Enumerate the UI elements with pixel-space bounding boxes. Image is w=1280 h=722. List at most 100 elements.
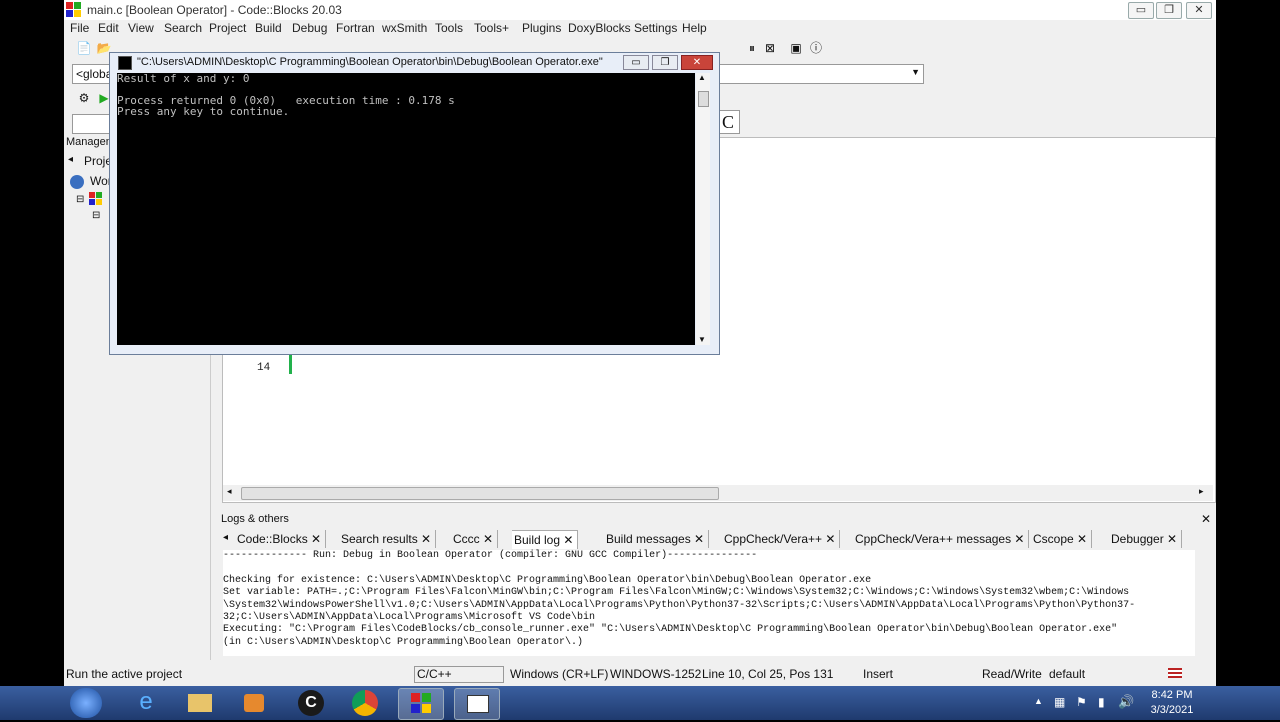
tab-label: Search results <box>341 532 418 546</box>
chrome-icon[interactable] <box>344 688 388 718</box>
vertical-scrollbar[interactable] <box>1197 550 1211 656</box>
info-icon[interactable]: ⓘ <box>808 40 824 56</box>
menu-doxyblocks[interactable]: DoxyBlocks <box>568 21 631 35</box>
tab-label: Debugger <box>1111 532 1164 546</box>
tab-label: Build log <box>514 533 561 547</box>
clock-time[interactable]: 8:42 PM <box>1150 689 1194 701</box>
scrollbar-thumb[interactable] <box>698 91 709 107</box>
network-icon[interactable]: ▮ <box>1098 695 1105 709</box>
tab-build-log[interactable]: Build log ✕ <box>512 530 579 549</box>
function-select[interactable]: ▼ <box>714 64 924 84</box>
console-title: "C:\Users\ADMIN\Desktop\C Programming\Bo… <box>137 56 603 68</box>
console-output: Result of x and y: 0 Process returned 0 … <box>117 73 695 345</box>
status-eol: Windows (CR+LF) <box>510 667 609 681</box>
console-minimize-button[interactable]: ▭ <box>623 55 649 70</box>
tray-app-icon[interactable]: ▦ <box>1054 695 1065 709</box>
tab-label: CppCheck/Vera++ <box>724 532 823 546</box>
volume-icon[interactable]: 🔊 <box>1118 694 1134 710</box>
console-taskbar-icon[interactable] <box>454 688 500 720</box>
logs-panel: Logs & others ✕ ◂ Code::Blocks ✕ Search … <box>219 510 1216 660</box>
console-scrollbar[interactable]: ▲ ▼ <box>696 73 710 345</box>
scroll-down-icon[interactable]: ▼ <box>698 335 706 344</box>
codeblocks-app-icon <box>66 2 82 18</box>
scroll-left-icon[interactable]: ◂ <box>227 486 232 497</box>
console-maximize-button[interactable]: ❐ <box>652 55 678 70</box>
status-profile: default <box>1049 667 1086 681</box>
debug-window-icon[interactable]: ▣ <box>788 40 804 56</box>
screen-border-left <box>0 0 64 686</box>
codeblocks-taskbar-icon[interactable] <box>398 688 444 720</box>
tab-cscope[interactable]: Cscope ✕ <box>1031 530 1093 548</box>
line-number: 14 <box>257 362 271 374</box>
status-mode: Insert <box>863 667 894 681</box>
tree-collapse-icon[interactable]: ⊟ <box>76 194 84 205</box>
toolbar-input[interactable] <box>72 114 114 134</box>
file-explorer-icon[interactable] <box>178 688 222 718</box>
clock-date[interactable]: 3/3/2021 <box>1148 704 1196 716</box>
menu-view[interactable]: View <box>128 21 154 35</box>
screen-border-right <box>1216 0 1280 686</box>
window-title: main.c [Boolean Operator] - Code::Blocks… <box>87 3 342 17</box>
tab-cppcheck[interactable]: CppCheck/Vera++ ✕ <box>722 530 841 548</box>
menu-settings[interactable]: Settings <box>634 21 677 35</box>
tab-cppcheck-messages[interactable]: CppCheck/Vera++ messages ✕ <box>853 530 1030 548</box>
menu-tools-plus[interactable]: Tools+ <box>474 21 509 35</box>
maximize-button[interactable]: ❐ <box>1156 2 1182 19</box>
build-icon[interactable]: ⚙ <box>76 90 92 106</box>
tab-search-results[interactable]: Search results ✕ <box>339 530 437 548</box>
menu-plugins[interactable]: Plugins <box>522 21 561 35</box>
horizontal-scrollbar[interactable]: ◂ ▸ <box>223 485 1213 501</box>
minimize-button[interactable]: ▭ <box>1128 2 1154 19</box>
tray-expand-icon[interactable]: ▲ <box>1034 696 1043 706</box>
media-player-icon[interactable] <box>232 688 276 718</box>
logs-header: Logs & others <box>221 513 289 525</box>
project-icon <box>89 192 103 209</box>
tab-codeblocks[interactable]: Code::Blocks ✕ <box>235 530 327 548</box>
internet-explorer-icon[interactable]: e <box>124 688 168 718</box>
menu-file[interactable]: File <box>70 21 89 35</box>
menu-build[interactable]: Build <box>255 21 282 35</box>
menu-fortran[interactable]: Fortran <box>336 21 375 35</box>
scroll-right-icon[interactable]: ▸ <box>1199 486 1204 497</box>
tab-label: Code::Blocks <box>237 532 308 546</box>
close-button[interactable]: ✕ <box>1186 2 1212 19</box>
flag-icon <box>1168 668 1182 678</box>
start-button[interactable] <box>70 688 102 718</box>
tree-collapse-icon[interactable]: ⊟ <box>92 210 100 221</box>
taskbar: e C ▲ ▦ ⚑ ▮ 🔊 8:42 PM 3/3/2021 <box>0 686 1280 720</box>
console-title-bar: "C:\Users\ADMIN\Desktop\C Programming\Bo… <box>110 53 717 73</box>
status-hint: Run the active project <box>66 667 183 681</box>
console-app-icon <box>118 56 132 70</box>
stop-debug-icon[interactable]: ⊠ <box>762 40 778 56</box>
status-readwrite: Read/Write <box>982 667 1042 681</box>
scroll-up-icon[interactable]: ▲ <box>698 73 706 82</box>
tab-label: CppCheck/Vera++ messages <box>855 532 1012 546</box>
console-window: "C:\Users\ADMIN\Desktop\C Programming\Bo… <box>109 52 720 355</box>
tab-scroll-left-icon[interactable]: ◂ <box>223 532 228 543</box>
menu-debug[interactable]: Debug <box>292 21 327 35</box>
console-close-button[interactable]: ✕ <box>681 55 713 70</box>
menu-tools[interactable]: Tools <box>435 21 463 35</box>
menu-edit[interactable]: Edit <box>98 21 119 35</box>
tab-scroll-left-icon[interactable]: ◂ <box>68 154 73 165</box>
new-file-icon[interactable]: 📄 <box>76 40 92 56</box>
c-app-icon[interactable]: C <box>290 688 334 718</box>
tab-build-messages[interactable]: Build messages ✕ <box>604 530 710 548</box>
pause-icon[interactable]: ⏸ <box>744 40 760 56</box>
tray-security-icon[interactable]: ⚑ <box>1076 695 1087 709</box>
tab-cccc[interactable]: Cccc ✕ <box>451 530 499 548</box>
status-position: Line 10, Col 25, Pos 131 <box>702 667 834 681</box>
workspace-icon <box>70 175 84 189</box>
tab-label: Cccc <box>453 532 480 546</box>
menu-help[interactable]: Help <box>682 21 707 35</box>
menu-wxsmith[interactable]: wxSmith <box>382 21 427 35</box>
scrollbar-thumb[interactable] <box>241 487 719 500</box>
menu-project[interactable]: Project <box>209 21 246 35</box>
logs-close-icon[interactable]: ✕ <box>1201 512 1211 526</box>
tab-debugger[interactable]: Debugger ✕ <box>1109 530 1183 548</box>
menu-search[interactable]: Search <box>164 21 202 35</box>
chevron-down-icon: ▼ <box>911 67 920 77</box>
title-bar: main.c [Boolean Operator] - Code::Blocks… <box>64 0 1216 20</box>
tab-label: Build messages <box>606 532 691 546</box>
tab-label: Cscope <box>1033 532 1074 546</box>
